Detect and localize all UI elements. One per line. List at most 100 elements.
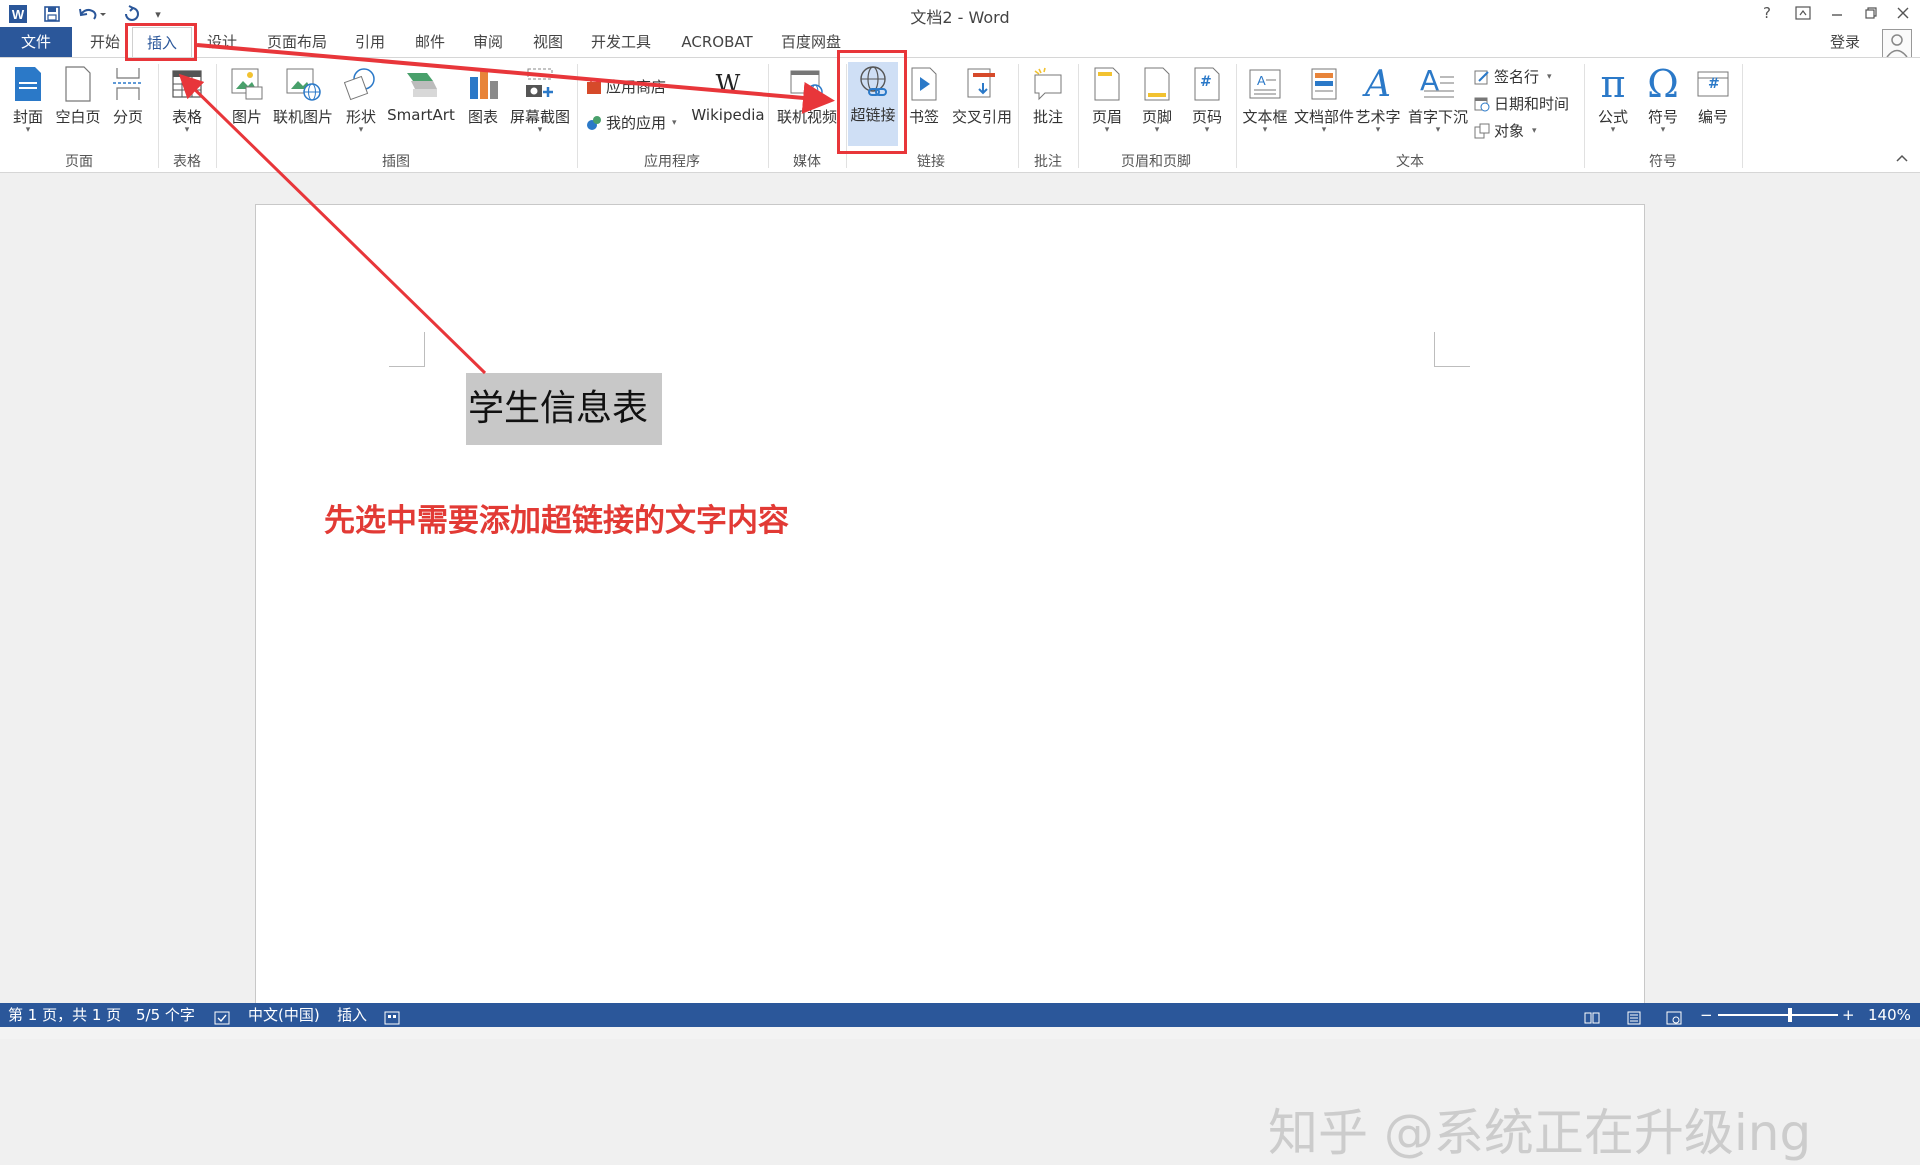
table-icon [169, 64, 205, 104]
online-video-icon [789, 64, 825, 104]
tab-baidu-netdisk[interactable]: 百度网盘 [778, 27, 844, 57]
date-time-button[interactable]: 日期和时间 [1474, 93, 1569, 114]
online-picture-button[interactable]: 联机图片 [272, 64, 334, 127]
blank-page-icon [60, 64, 96, 104]
zoom-out-icon[interactable]: − [1700, 1003, 1713, 1027]
cross-reference-button[interactable]: 交叉引用 [950, 64, 1014, 127]
chart-button[interactable]: 图表 [462, 64, 504, 127]
page-break-button[interactable]: 分页 [108, 64, 148, 127]
crop-mark [424, 332, 425, 367]
login-link[interactable]: 登录 [1830, 27, 1860, 57]
tab-view[interactable]: 视图 [530, 27, 566, 57]
zoom-slider[interactable] [1718, 1008, 1838, 1022]
title-bar: W ▾ 文档2 - Word ? [0, 0, 1920, 27]
screenshot-button[interactable]: 屏幕截图 ▾ [508, 64, 572, 135]
online-picture-label: 联机图片 [272, 108, 333, 126]
tab-mailings[interactable]: 邮件 [412, 27, 448, 57]
tab-review[interactable]: 审阅 [470, 27, 506, 57]
chevron-down-icon: ▾ [1262, 125, 1268, 135]
tab-home[interactable]: 开始 [84, 27, 126, 57]
group-media-label: 媒体 [793, 154, 821, 170]
tab-developer[interactable]: 开发工具 [588, 27, 654, 57]
comment-icon [1030, 64, 1066, 104]
status-word-count[interactable]: 5/5 个字 [136, 1003, 195, 1027]
chevron-down-icon: ▾ [1321, 125, 1327, 135]
quick-parts-label: 文档部件 [1294, 108, 1355, 126]
symbol-label: 符号 [1647, 108, 1678, 126]
document-area: 学生信息表 先选中需要添加超链接的文字内容 知乎 @系统正在升级ing [0, 173, 1920, 1162]
new-comment-button[interactable]: 批注 [1028, 64, 1068, 127]
taskbar-edge [0, 1027, 1920, 1039]
equation-button[interactable]: π 公式 ▾ [1592, 62, 1634, 135]
zoom-slider-thumb[interactable] [1787, 1008, 1792, 1022]
tab-references[interactable]: 引用 [352, 27, 388, 57]
selected-text-title[interactable]: 学生信息表 [466, 373, 663, 445]
numbering-icon: # [1695, 64, 1731, 104]
zoom-in-icon[interactable]: + [1842, 1003, 1855, 1027]
table-button[interactable]: 表格 ▾ [167, 64, 207, 135]
group-comments-label: 批注 [1034, 154, 1062, 170]
chart-icon [465, 64, 501, 104]
cover-page-button[interactable]: 封面 ▾ [8, 64, 48, 135]
numbering-label: 编号 [1697, 108, 1728, 126]
bookmark-button[interactable]: 书签 [904, 64, 944, 127]
page-number-label: 页码 [1191, 108, 1222, 126]
drop-cap-button[interactable]: A 首字下沉 ▾ [1408, 64, 1468, 135]
my-apps-button[interactable]: 我的应用 ▾ [586, 112, 677, 133]
status-language[interactable]: 中文(中国) [248, 1003, 320, 1027]
page-break-icon [110, 64, 146, 104]
tab-page-layout[interactable]: 页面布局 [264, 27, 330, 57]
header-button[interactable]: 页眉 ▾ [1088, 64, 1126, 135]
footer-button[interactable]: 页脚 ▾ [1138, 64, 1176, 135]
group-illustrations-label: 插图 [382, 154, 410, 170]
blank-page-button[interactable]: 空白页 [54, 64, 102, 127]
wikipedia-label: Wikipedia [691, 106, 765, 124]
symbol-button[interactable]: Ω 符号 ▾ [1642, 62, 1684, 135]
ribbon-insert: 封面 ▾ 空白页 分页 页面 表格 ▾ 表格 图片 联机图片 形状 ▾ Smar… [0, 57, 1920, 173]
app-store-button[interactable]: 应用商店 [586, 76, 666, 97]
tab-file[interactable]: 文件 [0, 27, 72, 57]
help-icon[interactable]: ? [1752, 2, 1782, 24]
status-zoom-level[interactable]: 140% [1868, 1003, 1911, 1027]
online-video-button[interactable]: 联机视频 [775, 64, 839, 127]
chevron-down-icon: ▾ [358, 125, 364, 135]
numbering-button[interactable]: # 编号 [1692, 64, 1734, 127]
status-bar: 第 1 页，共 1 页 5/5 个字 中文(中国) 插入 − + 140% [0, 1003, 1920, 1027]
picture-label: 图片 [231, 108, 262, 126]
page-number-button[interactable]: # 页码 ▾ [1188, 64, 1226, 135]
bookmark-icon [906, 64, 942, 104]
wordart-button[interactable]: A 艺术字 ▾ [1356, 64, 1401, 136]
text-box-button[interactable]: A 文本框 ▾ [1240, 64, 1290, 135]
text-box-label: 文本框 [1242, 108, 1288, 126]
status-page-info[interactable]: 第 1 页，共 1 页 [8, 1003, 121, 1027]
chart-label: 图表 [467, 108, 498, 126]
tab-acrobat[interactable]: ACROBAT [678, 27, 756, 57]
hyperlink-button[interactable]: 超链接 [848, 62, 898, 146]
restore-icon[interactable] [1856, 2, 1886, 24]
chevron-down-icon: ▾ [1547, 71, 1552, 82]
bookmark-label: 书签 [908, 108, 939, 126]
wikipedia-icon: W [715, 70, 741, 98]
status-insert-mode[interactable]: 插入 [337, 1003, 367, 1027]
tab-insert[interactable]: 插入 [132, 27, 192, 57]
collapse-ribbon-icon[interactable] [1894, 150, 1910, 166]
smartart-button[interactable]: SmartArt [386, 64, 456, 124]
minimize-icon[interactable] [1822, 2, 1852, 24]
cover-page-icon [10, 64, 46, 104]
avatar[interactable] [1882, 29, 1912, 59]
wikipedia-button[interactable]: W Wikipedia [690, 64, 766, 124]
tab-design[interactable]: 设计 [204, 27, 240, 57]
quick-parts-icon [1306, 64, 1342, 104]
signature-line-button[interactable]: 签名行 ▾ [1474, 66, 1552, 87]
shapes-button[interactable]: 形状 ▾ [341, 64, 381, 135]
picture-button[interactable]: 图片 [226, 64, 268, 127]
app-store-icon [586, 78, 602, 95]
quick-parts-button[interactable]: 文档部件 ▾ [1294, 64, 1354, 135]
close-icon[interactable] [1888, 2, 1918, 24]
smartart-icon [403, 64, 439, 104]
document-page[interactable]: 学生信息表 先选中需要添加超链接的文字内容 [255, 204, 1645, 1034]
shapes-icon [343, 64, 379, 104]
object-button[interactable]: 对象 ▾ [1474, 120, 1537, 141]
ribbon-display-options-icon[interactable] [1788, 2, 1818, 24]
screenshot-icon [522, 64, 558, 104]
